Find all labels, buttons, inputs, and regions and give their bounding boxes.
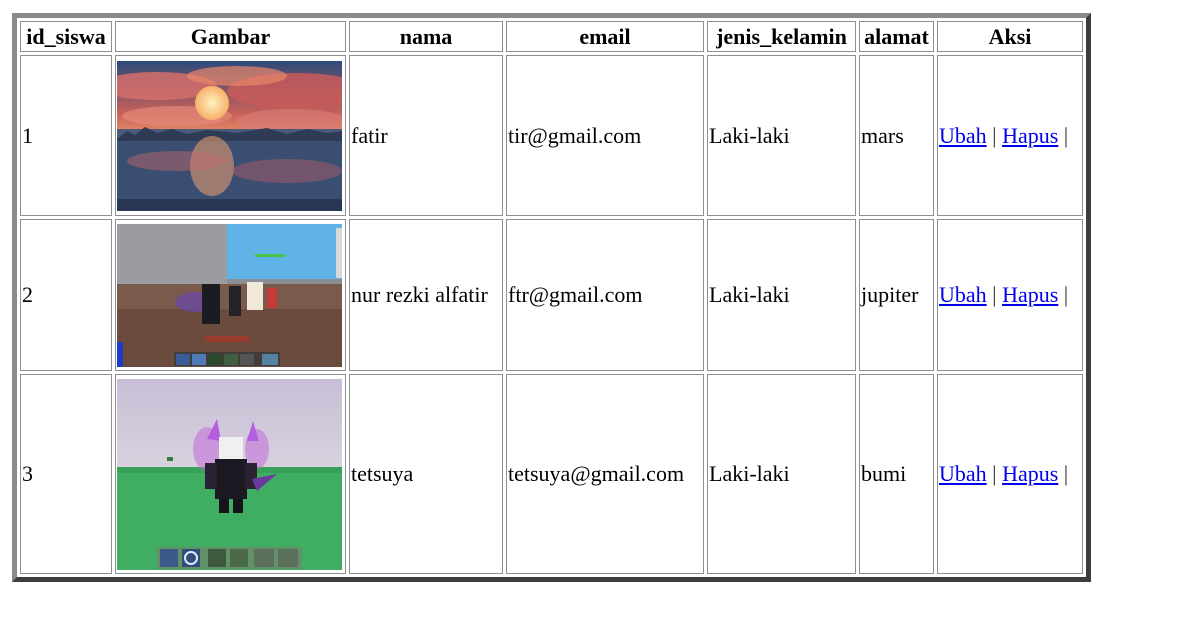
cell-nama: fatir	[349, 55, 503, 216]
cell-alamat: jupiter	[859, 219, 934, 371]
cell-email: tetsuya@gmail.com	[506, 374, 704, 574]
cell-aksi: Ubah | Hapus |	[937, 55, 1083, 216]
cell-alamat: bumi	[859, 374, 934, 574]
separator: |	[1063, 282, 1069, 307]
student-table: id_siswa Gambar nama email jenis_kelamin…	[12, 13, 1091, 582]
header-id-siswa: id_siswa	[20, 21, 112, 52]
cell-nama: tetsuya	[349, 374, 503, 574]
table-row: 3 tetsuya tetsuya@gmail.com Laki-laki bu…	[20, 374, 1083, 574]
cell-email: tir@gmail.com	[506, 55, 704, 216]
game-character-image	[117, 378, 342, 570]
cell-id: 3	[20, 374, 112, 574]
delete-link[interactable]: Hapus	[1002, 123, 1058, 148]
edit-link[interactable]: Ubah	[939, 123, 987, 148]
table-row: 1 fatir tir@gmail.com Laki-laki mars Uba…	[20, 55, 1083, 216]
cell-gambar	[115, 374, 346, 574]
cell-id: 2	[20, 219, 112, 371]
header-alamat: alamat	[859, 21, 934, 52]
table-wrapper: id_siswa Gambar nama email jenis_kelamin…	[12, 13, 1091, 582]
separator: |	[1063, 122, 1069, 148]
delete-link[interactable]: Hapus	[1002, 461, 1058, 486]
header-gambar: Gambar	[115, 21, 346, 52]
cell-aksi: Ubah | Hapus |	[937, 374, 1083, 574]
table-row: 2 nur rezki alfatir ftr@gmail.com Laki-l…	[20, 219, 1083, 371]
cell-alamat: mars	[859, 55, 934, 216]
cell-jenis-kelamin: Laki-laki	[707, 374, 856, 574]
header-aksi: Aksi	[937, 21, 1083, 52]
separator: |	[992, 461, 997, 486]
delete-link[interactable]: Hapus	[1002, 282, 1058, 307]
cell-email: ftr@gmail.com	[506, 219, 704, 371]
table-header-row: id_siswa Gambar nama email jenis_kelamin…	[20, 21, 1083, 52]
cell-id: 1	[20, 55, 112, 216]
game-screenshot-image	[117, 223, 342, 367]
edit-link[interactable]: Ubah	[939, 282, 987, 307]
header-email: email	[506, 21, 704, 52]
edit-link[interactable]: Ubah	[939, 461, 987, 486]
header-jenis-kelamin: jenis_kelamin	[707, 21, 856, 52]
cell-gambar	[115, 219, 346, 371]
cell-gambar	[115, 55, 346, 216]
cell-aksi: Ubah | Hapus |	[937, 219, 1083, 371]
sunset-lake-landscape-image	[117, 60, 342, 211]
cell-jenis-kelamin: Laki-laki	[707, 55, 856, 216]
separator: |	[1063, 461, 1069, 486]
separator: |	[992, 282, 997, 307]
separator: |	[992, 122, 997, 148]
header-nama: nama	[349, 21, 503, 52]
cell-nama: nur rezki alfatir	[349, 219, 503, 371]
cell-jenis-kelamin: Laki-laki	[707, 219, 856, 371]
